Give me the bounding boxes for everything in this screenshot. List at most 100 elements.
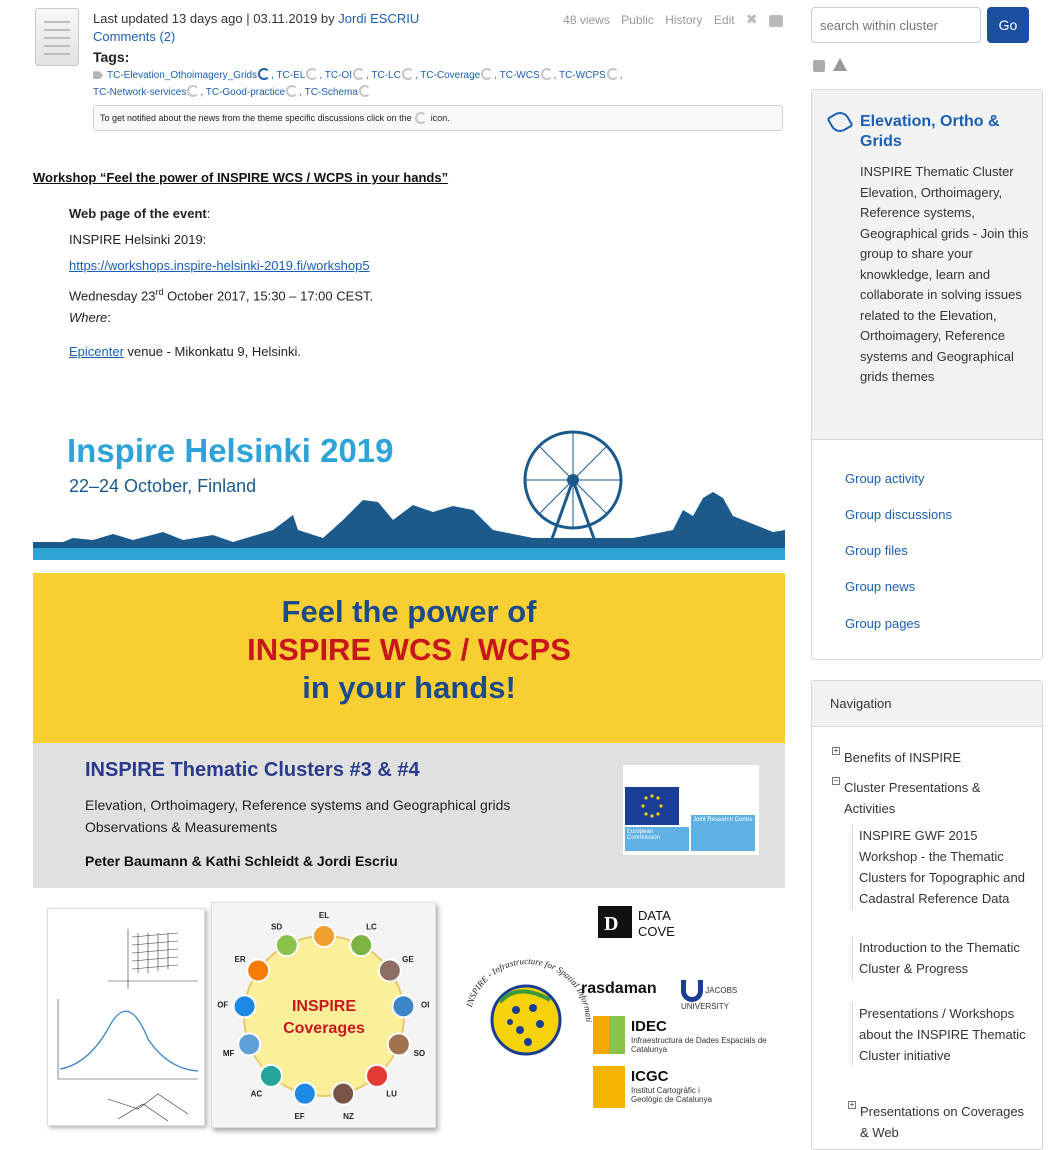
theme-label: EF bbox=[294, 1112, 304, 1121]
theme-icon bbox=[391, 994, 416, 1019]
refresh-icon[interactable] bbox=[481, 68, 494, 81]
event-details: Web page of the event: INSPIRE Helsinki … bbox=[69, 204, 769, 368]
public-link[interactable]: Public bbox=[621, 13, 654, 27]
search-input[interactable] bbox=[811, 7, 981, 43]
expand-icon[interactable]: + bbox=[848, 1101, 856, 1109]
icgc-subtitle: Institut Cartogràfic i Geològic de Catal… bbox=[631, 1086, 712, 1104]
tag-link[interactable]: TC-LC bbox=[371, 70, 400, 81]
theme-icon bbox=[232, 994, 257, 1019]
group-icon bbox=[826, 108, 854, 136]
event-web-label: Web page of the event bbox=[69, 206, 207, 221]
banner-subtitle: 22–24 October, Finland bbox=[69, 476, 257, 496]
idec-subtitle: Infraestructura de Dades Espacials de Ca… bbox=[631, 1036, 767, 1054]
coverages-label-2: Coverages bbox=[283, 1020, 365, 1037]
page-meta: Last updated 13 days ago | 03.11.2019 by… bbox=[93, 10, 783, 131]
collapse-icon[interactable]: − bbox=[832, 777, 840, 785]
tag-link[interactable]: TC-Schema bbox=[305, 87, 358, 98]
refresh-icon[interactable] bbox=[306, 68, 319, 81]
theme-label: SD bbox=[271, 923, 282, 932]
icgc-logo: ICGC Institut Cartogràfic i Geològic de … bbox=[593, 1066, 773, 1116]
tag-list: TC-Elevation_Othoimagery_Grids, TC-EL, T… bbox=[93, 68, 623, 98]
feel-the-power-banner: Feel the power of INSPIRE WCS / WCPS in … bbox=[33, 573, 785, 743]
document-icon bbox=[35, 8, 79, 66]
nav-item-cluster-presentations[interactable]: Cluster Presentations & Activities bbox=[844, 777, 1024, 819]
tags-heading: Tags: bbox=[93, 49, 130, 65]
theme-icon bbox=[312, 924, 336, 948]
author-link[interactable]: Jordi ESCRIU bbox=[338, 11, 419, 26]
theme-label: LC bbox=[366, 923, 377, 932]
group-header: Elevation, Ortho & Grids INSPIRE Themati… bbox=[812, 90, 1042, 440]
event-web-colon: : bbox=[206, 206, 211, 221]
close-icon[interactable]: ✖ bbox=[746, 10, 758, 28]
edit-link[interactable]: Edit bbox=[714, 13, 735, 27]
banner-line-3: in your hands! bbox=[302, 670, 516, 705]
tag-link[interactable]: TC-OI bbox=[325, 70, 352, 81]
tag-link[interactable]: TC-WCPS bbox=[559, 70, 606, 81]
refresh-icon[interactable] bbox=[358, 85, 371, 98]
nav-item-coverages[interactable]: Presentations on Coverages & Web bbox=[860, 1101, 1030, 1143]
refresh-icon bbox=[415, 111, 428, 124]
tag-link[interactable]: TC-WCS bbox=[500, 70, 540, 81]
refresh-icon[interactable] bbox=[286, 85, 299, 98]
tag-link[interactable]: TC-Coverage bbox=[420, 70, 480, 81]
group-activity-link[interactable]: Group activity bbox=[845, 471, 924, 486]
go-button[interactable]: Go bbox=[987, 7, 1029, 43]
navigation-title: Navigation bbox=[830, 696, 892, 711]
notify-text: To get notified about the news from the … bbox=[100, 113, 412, 123]
warning-icon[interactable] bbox=[833, 58, 847, 71]
refresh-icon[interactable] bbox=[187, 85, 200, 98]
venue-text: venue - Mikonkatu 9, Helsinki. bbox=[123, 344, 301, 359]
group-discussions-link[interactable]: Group discussions bbox=[845, 507, 952, 522]
refresh-icon[interactable] bbox=[258, 68, 271, 81]
group-news-link[interactable]: Group news bbox=[845, 579, 915, 594]
refresh-icon[interactable] bbox=[401, 68, 414, 81]
history-link[interactable]: History bbox=[665, 13, 702, 27]
jrc-label: Joint Research Centre bbox=[691, 815, 755, 851]
eu-flag-icon bbox=[625, 787, 679, 825]
rss-icon[interactable] bbox=[813, 60, 825, 72]
theme-label: SO bbox=[414, 1049, 426, 1058]
nav-item-presentations-workshops[interactable]: Presentations / Workshops about the INSP… bbox=[852, 1003, 1032, 1066]
venue-link[interactable]: Epicenter bbox=[69, 344, 124, 359]
inspire-seal-logo: INSPIRE - Infrastructure for Spatial Inf… bbox=[458, 942, 594, 1083]
event-url-link[interactable]: https://workshops.inspire-helsinki-2019.… bbox=[69, 258, 370, 273]
ec-label: European Commission bbox=[625, 827, 689, 851]
group-title-link[interactable]: Elevation, Ortho & Grids bbox=[860, 112, 1030, 152]
updated-text: Last updated 13 days ago | 03.11.2019 by bbox=[93, 11, 335, 26]
refresh-icon[interactable] bbox=[540, 68, 553, 81]
tag-link[interactable]: TC-Elevation_Othoimagery_Grids bbox=[107, 70, 257, 81]
comments-link[interactable]: Comments (2) bbox=[93, 29, 175, 44]
coverages-label-1: INSPIRE bbox=[292, 998, 356, 1015]
clusters-banner: INSPIRE Thematic Clusters #3 & #4 Elevat… bbox=[33, 743, 785, 888]
theme-icon bbox=[365, 1063, 390, 1088]
theme-icon bbox=[386, 1032, 411, 1057]
event-name: INSPIRE Helsinki 2019: bbox=[69, 232, 207, 247]
theme-label: MF bbox=[223, 1049, 235, 1058]
tag-link[interactable]: TC-Good-practice bbox=[206, 87, 285, 98]
navigation-panel: Navigation + Benefits of INSPIRE − Clust… bbox=[811, 680, 1043, 1150]
expand-icon[interactable]: + bbox=[832, 747, 840, 755]
nav-item-benefits[interactable]: Benefits of INSPIRE bbox=[844, 747, 1034, 768]
clusters-authors: Peter Baumann & Kathi Schleidt & Jordi E… bbox=[85, 853, 398, 869]
group-pages-link[interactable]: Group pages bbox=[845, 616, 920, 631]
tag-link[interactable]: TC-Network-services bbox=[93, 87, 186, 98]
rasdaman-logo: rasdaman bbox=[581, 980, 657, 997]
tag-icon bbox=[93, 71, 103, 80]
nav-item-introduction[interactable]: Introduction to the Thematic Cluster & P… bbox=[852, 937, 1032, 979]
clusters-title: INSPIRE Thematic Clusters #3 & #4 bbox=[85, 759, 420, 781]
group-files-link[interactable]: Group files bbox=[845, 543, 908, 558]
main-content: Last updated 13 days ago | 03.11.2019 by… bbox=[33, 0, 785, 1135]
icgc-title: ICGC bbox=[631, 1068, 669, 1085]
refresh-icon[interactable] bbox=[606, 68, 619, 81]
notify-box: To get notified about the news from the … bbox=[93, 105, 783, 131]
refresh-icon[interactable] bbox=[352, 68, 365, 81]
event-where-label: Where bbox=[69, 310, 108, 325]
thumbs-up-icon[interactable] bbox=[769, 14, 783, 27]
event-date-prefix: Wednesday 23 bbox=[69, 288, 156, 304]
theme-icon bbox=[258, 1063, 283, 1088]
theme-label: AC bbox=[251, 1089, 263, 1098]
helsinki-banner: Inspire Helsinki 2019 22–24 October, Fin… bbox=[33, 420, 785, 560]
nav-item-gwf-2015[interactable]: INSPIRE GWF 2015 Workshop - the Thematic… bbox=[852, 825, 1032, 909]
event-date-sup: rd bbox=[155, 287, 164, 297]
tag-link[interactable]: TC-EL bbox=[276, 70, 305, 81]
